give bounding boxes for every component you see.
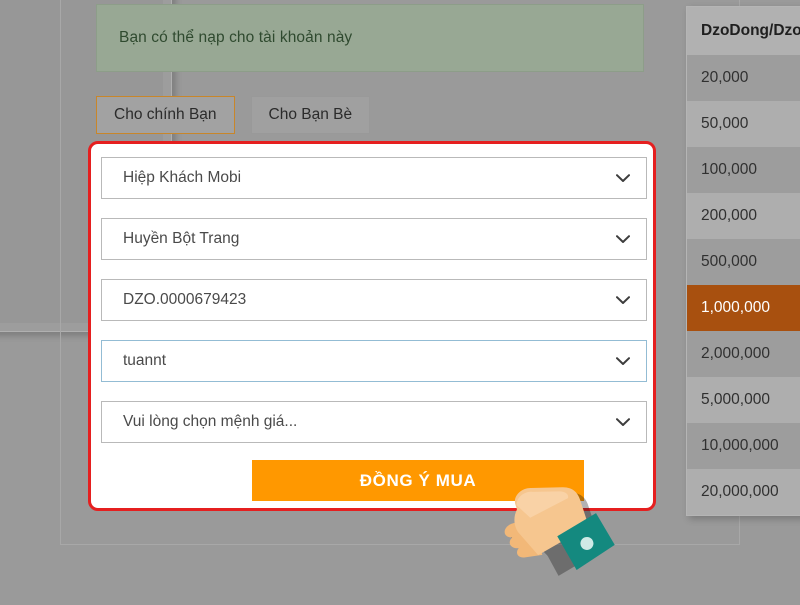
chevron-down-icon (608, 417, 646, 427)
server-select-value: Huyền Bột Trang (123, 230, 240, 247)
chevron-down-icon (608, 173, 646, 183)
denomination-row[interactable]: 200,000 (687, 193, 800, 239)
denomination-header: DzoDong/Dzo (687, 7, 800, 55)
purchase-form-panel: Hiệp Khách Mobi Huyền Bột Trang DZO.0000… (88, 141, 656, 511)
tab-for-friend-label: Cho Bạn Bè (268, 106, 353, 123)
game-select[interactable]: Hiệp Khách Mobi (101, 157, 647, 199)
tab-for-self-label: Cho chính Bạn (114, 106, 217, 123)
character-select-value: tuannt (123, 352, 167, 369)
tab-for-friend[interactable]: Cho Bạn Bè (250, 96, 371, 134)
denomination-row[interactable]: 500,000 (687, 239, 800, 285)
denomination-row[interactable]: 2,000,000 (687, 331, 800, 377)
character-select[interactable]: tuannt (101, 340, 647, 382)
account-select[interactable]: DZO.0000679423 (101, 279, 647, 321)
denomination-row[interactable]: 20,000,000 (687, 469, 800, 515)
chevron-down-icon (608, 234, 646, 244)
server-select[interactable]: Huyền Bột Trang (101, 218, 647, 260)
denomination-row[interactable]: 100,000 (687, 147, 800, 193)
game-select-value: Hiệp Khách Mobi (123, 169, 242, 186)
chevron-down-icon (608, 356, 646, 366)
denomination-row[interactable]: 10,000,000 (687, 423, 800, 469)
notice-text: Bạn có thể nạp cho tài khoản này (119, 29, 353, 46)
notice-banner: Bạn có thể nạp cho tài khoản này (96, 4, 644, 72)
chevron-down-icon (608, 295, 646, 305)
amount-select-value: Vui lòng chọn mệnh giá... (123, 413, 298, 430)
account-select-value: DZO.0000679423 (123, 291, 247, 308)
denomination-row[interactable]: 20,000 (687, 55, 800, 101)
recipient-tabs: Cho chính Bạn Cho Bạn Bè (96, 96, 371, 134)
amount-select[interactable]: Vui lòng chọn mệnh giá... (101, 401, 647, 443)
denomination-panel: DzoDong/Dzo 20,000 50,000 100,000 200,00… (686, 6, 800, 516)
confirm-purchase-button[interactable]: ĐỒNG Ý MUA (252, 460, 584, 501)
denomination-row[interactable]: 5,000,000 (687, 377, 800, 423)
denomination-row-selected[interactable]: 1,000,000 (687, 285, 800, 331)
tab-for-self[interactable]: Cho chính Bạn (96, 96, 235, 134)
denomination-row[interactable]: 50,000 (687, 101, 800, 147)
